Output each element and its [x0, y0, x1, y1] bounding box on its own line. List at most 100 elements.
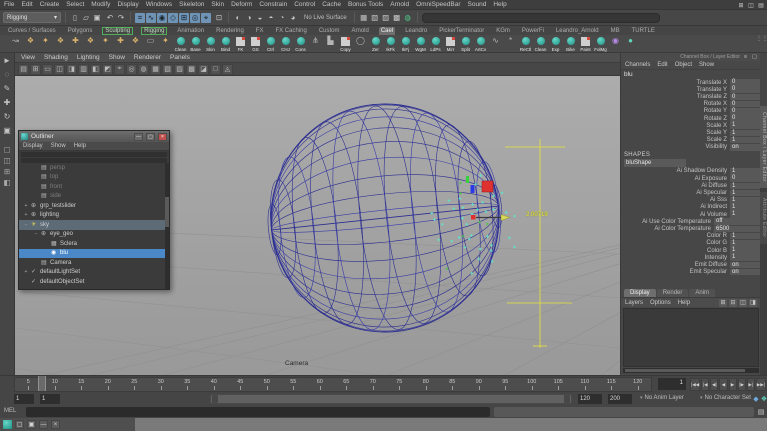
layout-two-pane[interactable]: ◫	[1, 155, 14, 165]
shelf-tab[interactable]: Rigging	[141, 27, 167, 35]
shelf-tab[interactable]: Rendering	[214, 27, 246, 35]
channel-value-field[interactable]: 0	[730, 115, 760, 122]
close-button[interactable]: ×	[158, 133, 167, 141]
sidebar-vertical-tab[interactable]: Attribute Editor	[760, 192, 767, 243]
multisample-icon[interactable]: ▨	[174, 64, 185, 75]
ao-icon[interactable]: ▦	[150, 64, 161, 75]
outliner-row[interactable]: + ✓ defaultLightSet	[19, 268, 169, 278]
channel-value-field[interactable]: 0	[730, 79, 760, 86]
outliner-row[interactable]: ▤ side	[19, 192, 169, 202]
menu-item[interactable]: Sound	[468, 1, 487, 8]
outliner-row[interactable]: + ⊕ grp_testslider	[19, 201, 169, 211]
rig-pose-icon[interactable]: ✦	[38, 35, 53, 53]
menu-set-dropdown[interactable]: Rigging ▾	[3, 12, 61, 23]
outliner-row[interactable]: − ☀ sky	[19, 220, 169, 230]
menu-item[interactable]: Create	[40, 1, 60, 8]
film-gate-icon[interactable]: ▭	[42, 64, 53, 75]
range-slider-track[interactable]	[210, 394, 572, 404]
frame-all-icon[interactable]: ⌖	[114, 64, 125, 75]
quick-selection-field[interactable]	[422, 13, 660, 23]
outliner-row[interactable]: ▤ top	[19, 173, 169, 183]
panel-menu-item[interactable]: View	[21, 54, 35, 61]
expand-toggle-icon[interactable]: +	[23, 203, 29, 209]
shelf-tab[interactable]: Cael	[379, 27, 395, 35]
outliner-row[interactable]: ▤ persp	[19, 163, 169, 173]
rig-pose-icon[interactable]: ❖	[83, 35, 98, 53]
close-window-icon[interactable]: ×	[51, 420, 60, 429]
channel-box-menu-item[interactable]: Show	[699, 62, 714, 68]
menu-item[interactable]: File	[4, 1, 14, 8]
layer-list[interactable]	[623, 308, 759, 367]
maya-logo-icon[interactable]	[3, 420, 12, 429]
outliner-row[interactable]: ▤ front	[19, 182, 169, 192]
curve-snap-icon[interactable]: ∿	[488, 35, 503, 53]
channel-box-menu-item[interactable]: Edit	[657, 62, 667, 68]
outliner-row[interactable]: ✓ defaultObjectSet	[19, 277, 169, 287]
rig-pose-icon[interactable]: ✦	[98, 35, 113, 53]
paint-select-tool[interactable]: ✎	[1, 82, 14, 95]
shelf-tab[interactable]: Curves / Surfaces	[6, 27, 58, 35]
channel-value-field[interactable]: on	[730, 269, 760, 276]
lasso-tool[interactable]: ◌	[1, 68, 14, 81]
gear-icon[interactable]: ▢	[751, 54, 758, 61]
channel-value-field[interactable]: 1	[730, 240, 760, 247]
range-end-grip[interactable]	[564, 395, 570, 403]
menu-item[interactable]: Deform	[231, 1, 252, 8]
channel-value-field[interactable]: 0	[730, 108, 760, 115]
shelf-tab[interactable]: PowerFi	[520, 27, 546, 35]
menu-item[interactable]: Windows	[146, 1, 172, 8]
workspace-icon[interactable]: ⊞	[737, 1, 745, 9]
selection-mask-hierarchy-icon[interactable]: ◐	[233, 13, 243, 23]
shelf-tab[interactable]: FX	[254, 27, 266, 35]
layer-editor-menu-item[interactable]: Help	[678, 300, 690, 306]
current-time-field[interactable]: 1	[658, 378, 686, 390]
layer-editor-tab[interactable]: Render	[657, 289, 689, 297]
layer-editor-tab[interactable]: Anim	[689, 289, 715, 297]
redo-icon[interactable]: ↷	[116, 13, 126, 23]
rig-pose-icon[interactable]: ✚	[68, 35, 83, 53]
scale-tool[interactable]: ▣	[1, 124, 14, 137]
resolution-gate-icon[interactable]: ◫	[54, 64, 65, 75]
shelf-tab[interactable]: MB	[609, 27, 622, 35]
move-layer-up-icon[interactable]: ◫	[739, 299, 747, 307]
layer-editor-menu-item[interactable]: Options	[650, 300, 671, 306]
rig-pose-icon[interactable]: ❖	[53, 35, 68, 53]
menu-item[interactable]: Skin	[211, 1, 224, 8]
minimize-button[interactable]: —	[134, 133, 143, 141]
channel-value-field[interactable]: 1	[730, 183, 760, 190]
menu-item[interactable]: OmniSpeedBar	[416, 1, 460, 8]
step-forward-key-button[interactable]: |▶	[738, 378, 746, 391]
menu-item[interactable]: Modify	[91, 1, 110, 8]
gate-mask-icon[interactable]: ◨	[66, 64, 77, 75]
anim-layer-dropdown[interactable]: ▾No Anim Layer	[640, 395, 684, 401]
outliner-row[interactable]: + ⊕ lighting	[19, 211, 169, 221]
rig-pose-icon[interactable]: ❖	[23, 35, 38, 53]
channel-value-field[interactable]: 1	[730, 190, 760, 197]
step-forward-frame-button[interactable]: ▶|	[747, 378, 755, 391]
menu-item[interactable]: Control	[294, 1, 315, 8]
layer-list-scrollbar[interactable]	[623, 368, 759, 373]
shelf-tab[interactable]: TURTLE	[630, 27, 657, 35]
snap-plane-icon[interactable]: ◇	[168, 13, 178, 23]
channel-value-field[interactable]: on	[730, 262, 760, 269]
channel-value-field[interactable]: 0	[730, 86, 760, 93]
isolate-select-icon[interactable]: □	[210, 64, 221, 75]
snap-point-icon[interactable]: ◉	[157, 13, 167, 23]
channel-value-field[interactable]: 1	[730, 197, 760, 204]
shelf-script-cons[interactable]: Cons	[293, 35, 308, 53]
plane-mode-icon[interactable]: ◬	[222, 64, 233, 75]
field-chart-icon[interactable]: ▥	[78, 64, 89, 75]
channel-value-field[interactable]: 1	[730, 137, 760, 144]
channel-value-field[interactable]: 1	[730, 130, 760, 137]
range-start-grip[interactable]	[212, 395, 218, 403]
open-scene-icon[interactable]: ▱	[81, 13, 91, 23]
channel-value-field[interactable]: 1	[730, 233, 760, 240]
layout-single[interactable]: ▢	[1, 144, 14, 154]
lock-icon[interactable]: ⊡	[214, 13, 224, 23]
panel-menu-item[interactable]: Lighting	[77, 54, 100, 61]
current-frame-marker[interactable]	[38, 376, 46, 391]
channel-box-menu-item[interactable]: Object	[675, 62, 692, 68]
curve-tool-icon[interactable]: ↝	[8, 35, 23, 53]
shelf-options-icon[interactable]: ⋮⋮	[756, 36, 764, 42]
shelf-script-artcurve[interactable]: ArtCv	[473, 35, 488, 53]
